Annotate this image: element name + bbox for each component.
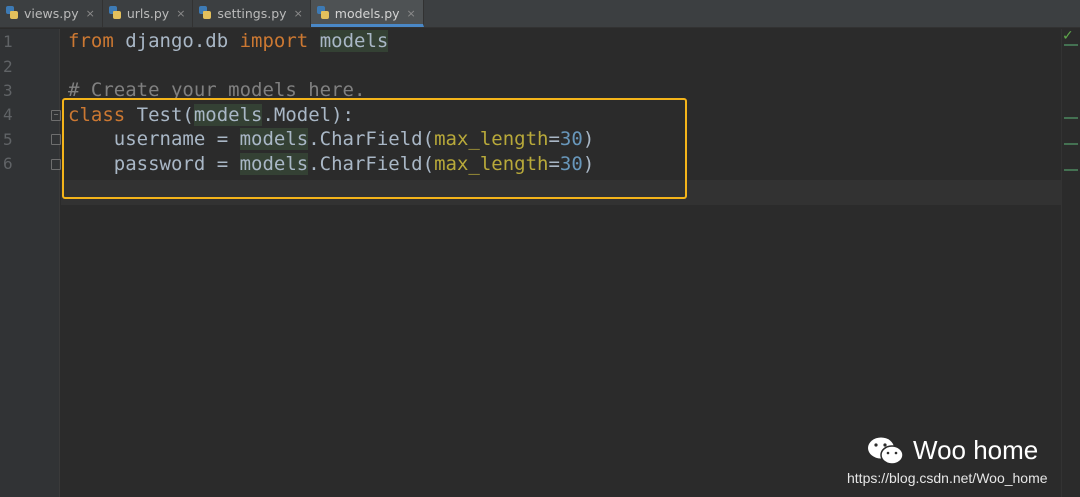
line-number: 4 — [3, 105, 13, 124]
line-number-gutter[interactable]: 1 2 3 4 5 6 − — [0, 29, 61, 497]
watermark-title: Woo home — [913, 435, 1039, 465]
watermark-url: https://blog.csdn.net/Woo_home — [847, 470, 1048, 486]
change-marker[interactable] — [1064, 169, 1078, 171]
python-file-icon — [108, 6, 122, 20]
wechat-logo-icon — [868, 437, 904, 465]
line-number: 2 — [3, 57, 13, 76]
close-tab-icon[interactable]: × — [294, 7, 303, 20]
close-tab-icon[interactable]: × — [86, 7, 95, 20]
python-file-icon — [316, 6, 330, 20]
line-number: 6 — [3, 154, 13, 173]
highlight-annotation-box — [62, 98, 687, 199]
tab-urls-py[interactable]: urls.py × — [103, 0, 194, 27]
tab-label: views.py — [24, 5, 79, 21]
close-tab-icon[interactable]: × — [407, 7, 416, 20]
inspection-ok-icon[interactable]: ✓ — [1062, 28, 1074, 44]
editor-tab-bar: views.py × urls.py × settings.py × model… — [0, 0, 1080, 28]
tab-label: settings.py — [217, 5, 287, 21]
change-marker[interactable] — [1064, 44, 1078, 46]
change-marker[interactable] — [1064, 143, 1078, 145]
error-stripe[interactable] — [1061, 29, 1080, 497]
python-file-icon — [199, 6, 212, 20]
import-name: models — [319, 30, 389, 52]
python-file-icon — [6, 6, 19, 20]
fold-open-icon[interactable]: − — [51, 110, 61, 121]
tab-label: urls.py — [126, 5, 170, 21]
line-number: 3 — [3, 81, 13, 100]
fold-end-icon[interactable] — [51, 159, 61, 170]
close-tab-icon[interactable]: × — [176, 7, 185, 20]
tab-label: models.py — [334, 5, 400, 21]
tab-settings-py[interactable]: settings.py × — [193, 0, 311, 27]
line-number: 1 — [3, 32, 13, 51]
change-marker[interactable] — [1064, 117, 1078, 119]
line-number: 5 — [3, 130, 13, 149]
fold-marker-icon — [51, 134, 61, 145]
tab-models-py[interactable]: models.py × — [310, 0, 424, 27]
tab-views-py[interactable]: views.py × — [0, 0, 103, 27]
code-line-1: from django.db import models — [68, 30, 389, 52]
